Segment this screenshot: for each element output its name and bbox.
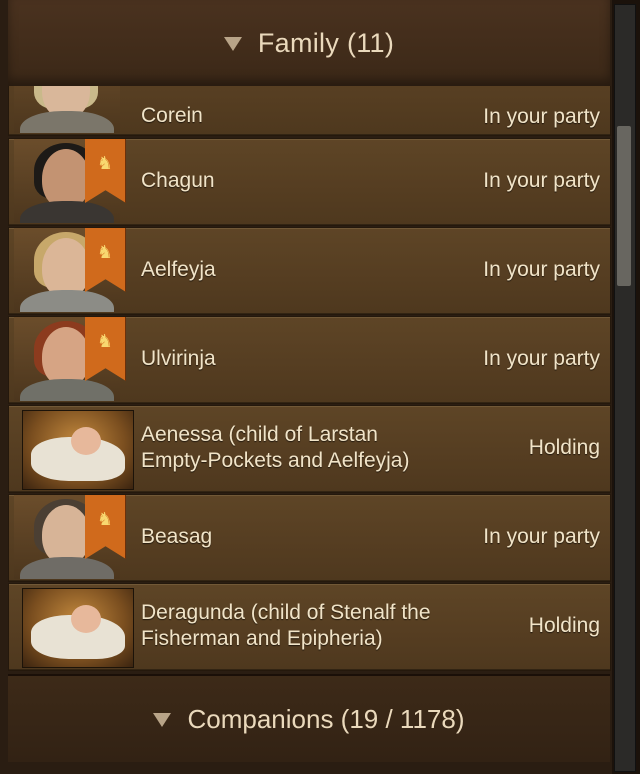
- family-section-header[interactable]: Family (11): [8, 0, 610, 88]
- family-member-row[interactable]: Deragunda (child of Stenalf the Fisherma…: [8, 583, 611, 671]
- companions-section-header[interactable]: Companions (19 / 1178): [8, 674, 610, 762]
- clan-panel: Family (11) Corein In your party ♞ Chagu…: [0, 0, 612, 774]
- family-member-row[interactable]: Aenessa (child of Larstan Empty-Pockets …: [8, 405, 611, 493]
- horse-icon: ♞: [96, 509, 114, 529]
- collapse-triangle-icon[interactable]: [223, 37, 242, 51]
- family-list: Corein In your party ♞ Chagun In your pa…: [0, 86, 612, 674]
- horse-icon: ♞: [96, 153, 114, 173]
- collapse-triangle-icon[interactable]: [153, 713, 172, 727]
- portrait-avatar: [14, 86, 120, 133]
- member-status: In your party: [483, 169, 600, 192]
- member-status: In your party: [483, 258, 600, 281]
- member-name: Aelfeyja: [141, 258, 216, 281]
- family-header-label: Family (11): [257, 27, 395, 58]
- family-member-row[interactable]: ♞ Beasag In your party: [8, 494, 611, 582]
- family-member-row[interactable]: Corein In your party: [8, 86, 611, 136]
- baby-portrait-avatar: [22, 410, 134, 490]
- family-member-row[interactable]: ♞ Aelfeyja In your party: [8, 227, 611, 315]
- member-name: Aenessa (child of Larstan Empty-Pockets …: [141, 423, 410, 472]
- baby-portrait-avatar: [22, 588, 134, 668]
- member-name: Corein: [141, 104, 203, 127]
- companions-header-label: Companions (19 / 1178): [187, 703, 465, 734]
- horse-icon: ♞: [96, 242, 114, 262]
- member-name: Beasag: [141, 525, 213, 548]
- family-member-row[interactable]: ♞ Chagun In your party: [8, 138, 611, 226]
- scrollbar-track[interactable]: [614, 4, 636, 772]
- member-status: Holding: [528, 614, 600, 637]
- member-name: Chagun: [141, 169, 215, 192]
- horse-icon: ♞: [96, 331, 114, 351]
- member-status: In your party: [483, 525, 600, 548]
- member-status: Holding: [528, 436, 600, 459]
- member-status: In your party: [483, 347, 600, 370]
- member-name: Ulvirinja: [141, 347, 216, 370]
- member-name: Deragunda (child of Stenalf the Fisherma…: [141, 601, 431, 650]
- member-status: In your party: [483, 105, 600, 128]
- scrollbar-thumb[interactable]: [617, 126, 631, 286]
- family-member-row[interactable]: ♞ Ulvirinja In your party: [8, 316, 611, 404]
